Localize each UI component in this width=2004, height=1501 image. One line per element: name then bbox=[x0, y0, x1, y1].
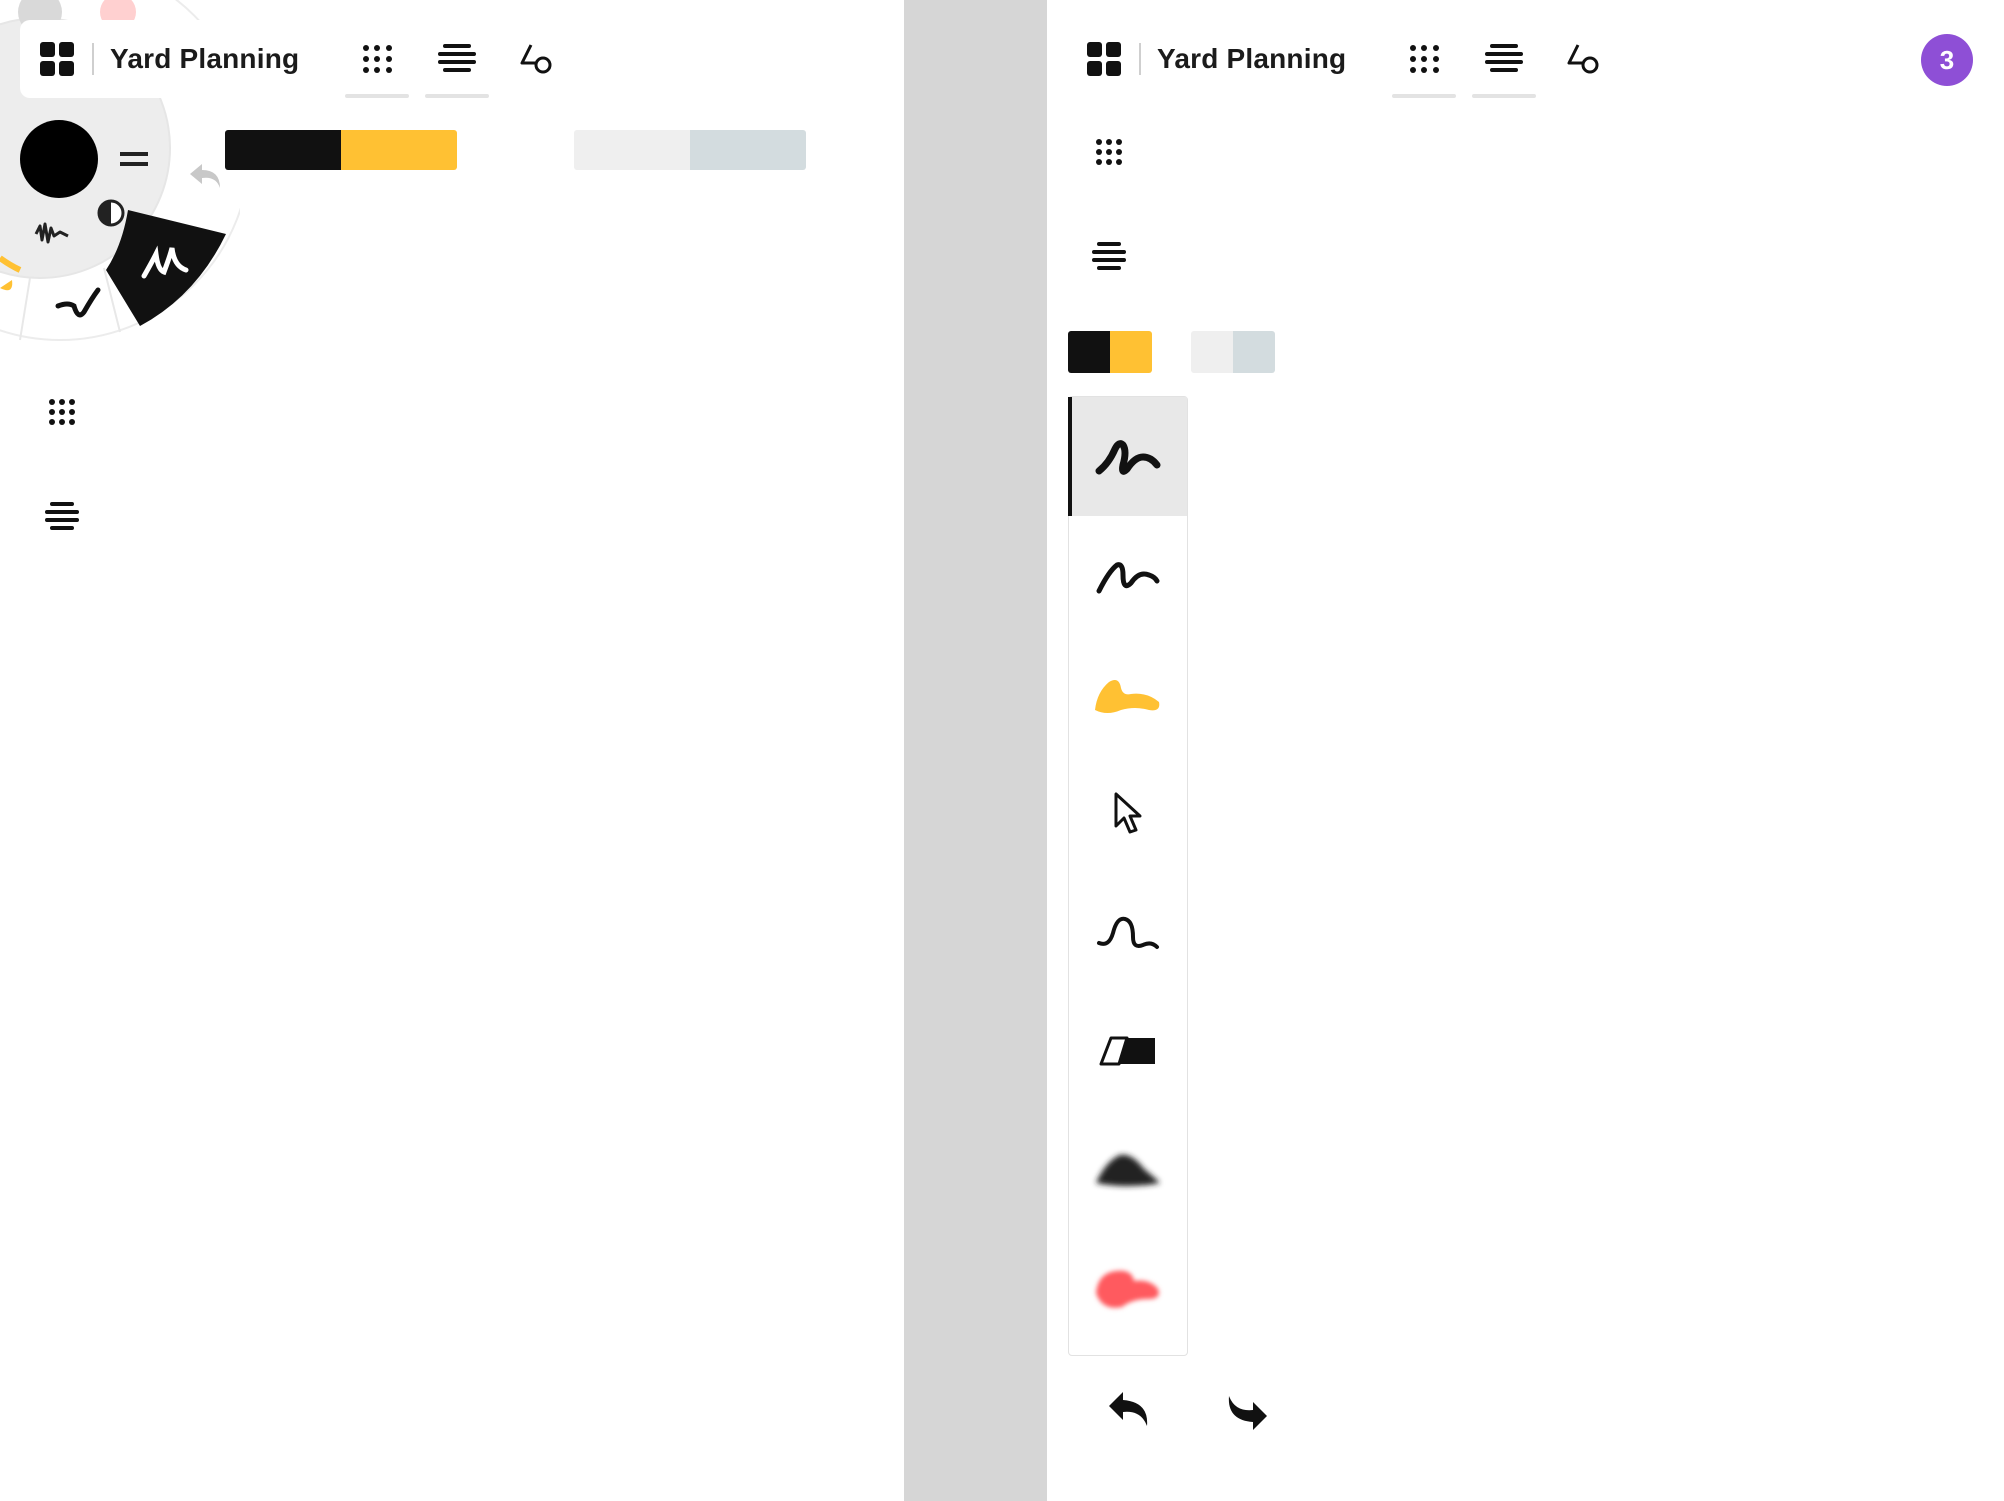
swatch-light-gray[interactable] bbox=[1191, 331, 1233, 373]
swatch-blue-gray[interactable] bbox=[1233, 331, 1275, 373]
marker-icon bbox=[1096, 561, 1160, 593]
undo-icon[interactable] bbox=[188, 160, 224, 194]
brush-curve[interactable] bbox=[1069, 873, 1187, 992]
swatch-black[interactable] bbox=[1068, 331, 1110, 373]
right-pane bbox=[1047, 0, 2004, 1501]
pen-icon bbox=[1095, 439, 1161, 475]
dot-grid-button[interactable] bbox=[1390, 20, 1458, 98]
brush-marker[interactable] bbox=[1069, 516, 1187, 635]
header-card: Yard Planning bbox=[20, 20, 316, 98]
layers-icon bbox=[45, 502, 79, 530]
layers-icon bbox=[1092, 242, 1126, 270]
swatch-light-gray[interactable] bbox=[574, 130, 690, 170]
eraser-icon bbox=[1099, 1036, 1155, 1065]
dot-grid-icon bbox=[1407, 42, 1441, 76]
layers-icon bbox=[438, 44, 477, 72]
brush-smudge[interactable] bbox=[1069, 1111, 1187, 1230]
document-title: Yard Planning bbox=[110, 43, 300, 74]
pen-icon[interactable] bbox=[54, 284, 106, 324]
dot-grid-icon bbox=[1094, 137, 1124, 167]
sidebar-dot-grid-button[interactable] bbox=[32, 382, 92, 442]
undo-icon bbox=[1109, 1392, 1148, 1426]
redo-button[interactable] bbox=[1217, 1384, 1277, 1444]
shapes-icon bbox=[520, 44, 552, 74]
dot-grid-icon bbox=[360, 42, 394, 76]
brush-texture-icon[interactable] bbox=[34, 216, 74, 246]
redo-icon bbox=[1228, 1396, 1267, 1430]
brush-airbrush[interactable] bbox=[1069, 1230, 1187, 1349]
grid-icon[interactable] bbox=[40, 42, 74, 76]
grid-icon[interactable] bbox=[1087, 42, 1121, 76]
sidebar-dot-grid-button[interactable] bbox=[1079, 122, 1139, 182]
collaborator-badge[interactable]: 3 bbox=[1921, 34, 1973, 86]
shapes-button[interactable] bbox=[503, 20, 571, 98]
swatch-yellow[interactable] bbox=[341, 130, 457, 170]
highlighter-icon bbox=[1095, 679, 1160, 713]
brush-pen[interactable] bbox=[1068, 397, 1187, 516]
layers-button[interactable] bbox=[423, 20, 491, 98]
sidebar-layers-button[interactable] bbox=[1079, 226, 1139, 286]
layers-button[interactable] bbox=[1470, 20, 1538, 98]
split-view-divider[interactable] bbox=[904, 0, 1047, 1501]
dot-grid-button[interactable] bbox=[343, 20, 411, 98]
layers-icon bbox=[1485, 44, 1524, 72]
header: Yard Planning bbox=[1067, 20, 1618, 98]
sidebar-layers-button[interactable] bbox=[32, 486, 92, 546]
left-pane: Yard Planning bbox=[0, 0, 904, 1501]
divider bbox=[92, 43, 94, 75]
palette-swatch-light[interactable] bbox=[574, 130, 806, 170]
select-cursor-icon bbox=[1114, 792, 1142, 833]
airbrush-icon bbox=[1096, 1270, 1159, 1308]
shapes-button[interactable] bbox=[1550, 20, 1618, 98]
document-title: Yard Planning bbox=[1157, 43, 1347, 74]
divider bbox=[1139, 43, 1141, 75]
brush-highlighter[interactable] bbox=[1069, 635, 1187, 754]
swatch-yellow[interactable] bbox=[1110, 331, 1152, 373]
brush-select[interactable] bbox=[1069, 754, 1187, 873]
header-card: Yard Planning bbox=[1067, 20, 1363, 98]
palette-swatch-dark[interactable] bbox=[225, 130, 457, 170]
palette-swatch-dark[interactable] bbox=[1068, 331, 1152, 373]
curve-icon bbox=[1097, 916, 1159, 949]
brush-panel bbox=[1068, 396, 1188, 1356]
shapes-icon bbox=[1567, 44, 1599, 74]
smudge-icon bbox=[1096, 1154, 1160, 1186]
color-swatch-icon[interactable] bbox=[20, 120, 98, 198]
palette-swatch-light[interactable] bbox=[1191, 331, 1275, 373]
contrast-icon[interactable] bbox=[96, 198, 126, 228]
brush-eraser[interactable] bbox=[1069, 992, 1187, 1111]
dot-grid-icon bbox=[47, 397, 77, 427]
swatch-black[interactable] bbox=[225, 130, 341, 170]
swatch-blue-gray[interactable] bbox=[690, 130, 806, 170]
header: Yard Planning bbox=[20, 20, 571, 98]
undo-button[interactable] bbox=[1099, 1378, 1159, 1438]
stroke-width-icon[interactable] bbox=[118, 150, 152, 170]
